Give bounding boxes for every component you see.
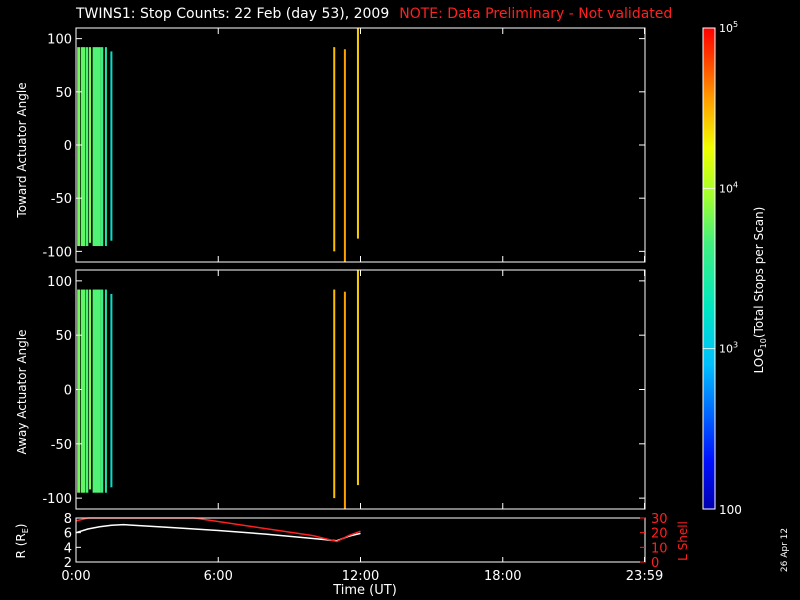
footer-date: 26 Apr 12 — [780, 527, 790, 573]
ylabel-away: Away Actuator Angle — [15, 329, 29, 455]
x-tick-label: 23:59 — [626, 569, 663, 584]
panel-away-actuator: 100 50 0 -50 -100 — [42, 269, 646, 510]
heatmap-column — [92, 47, 101, 247]
y-tick-label: 100 — [47, 275, 72, 290]
heatmap-column — [77, 289, 81, 493]
title-main: TWINS1: Stop Counts: 22 Feb (day 53), 20… — [76, 6, 390, 22]
x-tick-label: 18:00 — [484, 569, 521, 584]
y-tick-label-left: 6 — [64, 527, 72, 542]
x-axis: 0:00 6:00 12:00 18:00 23:59 — [61, 557, 663, 584]
panel-frame — [75, 269, 646, 510]
heatmap-column — [110, 293, 113, 488]
y-tick-label: -100 — [42, 492, 72, 507]
y-tick-label: 50 — [55, 329, 72, 344]
x-tick-label: 6:00 — [204, 569, 233, 584]
x-axis-label: Time (UT) — [333, 583, 397, 598]
heatmap-column — [89, 47, 92, 243]
heatmap-column — [333, 289, 336, 499]
y-tick-label: -50 — [51, 438, 72, 453]
y-tick-label-left: 4 — [64, 541, 72, 556]
y-tick-label: 0 — [64, 384, 72, 399]
colorbar-tick-label: 103 — [719, 341, 738, 356]
orbit-line-left — [75, 523, 361, 542]
y-tick-label-right: 30 — [651, 512, 668, 527]
y-tick-label-right: 10 — [651, 541, 668, 556]
x-tick-label: 0:00 — [61, 569, 90, 584]
heatmap-column — [333, 47, 336, 252]
heatmap-column — [104, 289, 107, 493]
heatmap-column — [85, 47, 89, 247]
heatmap-column — [343, 49, 346, 262]
ylabel-orbit-right: L Shell — [676, 521, 690, 561]
heatmap-column — [89, 289, 92, 490]
y-tick-label: 50 — [55, 86, 72, 101]
plot-title: TWINS1: Stop Counts: 22 Feb (day 53), 20… — [76, 6, 672, 22]
heatmap-column — [104, 47, 107, 247]
ylabel-toward: Toward Actuator Angle — [15, 82, 29, 218]
heatmap-column — [100, 289, 104, 493]
heatmap-column — [356, 270, 359, 486]
colorbar-label: LOG10(Total Stops per Scan) — [751, 206, 769, 374]
panel-frame — [75, 517, 646, 563]
colorbar: 100 103 104 105 — [702, 20, 742, 517]
y-tick-label-left: 8 — [64, 512, 72, 527]
heatmap-column — [80, 289, 86, 493]
heatmap-column — [356, 28, 359, 239]
heatmap-column — [80, 47, 86, 247]
colorbar-tick-label: 105 — [719, 20, 738, 35]
heatmap-column — [343, 291, 346, 509]
colorbar-gradient — [702, 27, 716, 510]
panel-toward-actuator: 100 50 0 -50 -100 — [42, 27, 646, 263]
x-tick-label: 12:00 — [342, 569, 379, 584]
y-tick-label: 0 — [64, 139, 72, 154]
heatmap-column — [100, 47, 104, 247]
figure: 100500-50-100 100500-50-100 86423020100 … — [42, 20, 742, 584]
colorbar-tick-label: 104 — [719, 180, 738, 195]
y-tick-label-right: 20 — [651, 527, 668, 542]
heatmap-column — [110, 51, 113, 241]
y-tick-label: -50 — [51, 192, 72, 207]
title-note: NOTE: Data Preliminary - Not validated — [399, 6, 673, 22]
heatmap-column — [92, 289, 101, 493]
colorbar-tick-label: 100 — [719, 503, 742, 517]
y-tick-label: 100 — [47, 33, 72, 48]
heatmap-column — [77, 47, 81, 247]
panel-orbit: 86423020100 — [64, 512, 668, 571]
y-tick-label: -100 — [42, 245, 72, 260]
panel-frame — [75, 27, 646, 263]
ylabel-orbit-left: R (RE) — [13, 523, 31, 559]
heatmap-column — [85, 289, 89, 493]
